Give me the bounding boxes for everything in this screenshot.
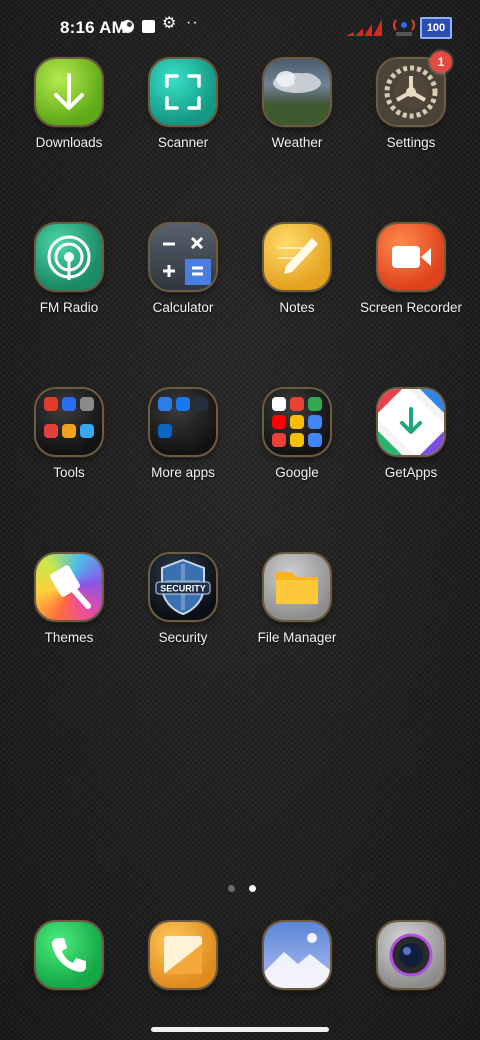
- dock-gallery[interactable]: [123, 922, 243, 988]
- app-folder-google[interactable]: Google: [237, 389, 357, 480]
- gear-icon: ⚙: [162, 15, 177, 32]
- dock-camera[interactable]: [351, 922, 471, 988]
- app-label: Google: [275, 465, 319, 480]
- notification-square-icon: [142, 20, 155, 33]
- page-dot[interactable]: [228, 885, 235, 892]
- folder-icon: [264, 389, 330, 455]
- app-label: Calculator: [152, 300, 214, 315]
- getapps-icon: [378, 389, 444, 455]
- download-arrow-icon: [36, 59, 102, 125]
- dock-phone[interactable]: [9, 922, 129, 988]
- scan-frame-icon: [150, 59, 216, 125]
- phone-icon: [36, 922, 102, 988]
- video-camera-icon: [378, 224, 444, 290]
- page-dot-active[interactable]: [249, 885, 257, 892]
- app-label: More apps: [151, 465, 215, 480]
- app-settings[interactable]: Settings: [351, 59, 471, 150]
- dock-photos[interactable]: [237, 922, 357, 988]
- battery-icon: 100: [420, 17, 452, 39]
- paintbrush-icon: [36, 554, 102, 620]
- shield-icon: SECURITY: [150, 554, 216, 620]
- gallery-icon: [150, 922, 216, 988]
- app-scanner[interactable]: Scanner: [123, 59, 243, 150]
- status-bar: 8:16 AM ⚙ ·· 100: [0, 0, 480, 52]
- app-themes[interactable]: Themes: [9, 554, 129, 645]
- app-weather[interactable]: Weather: [237, 59, 357, 150]
- folder-icon: [150, 389, 216, 455]
- notification-badge: 1: [430, 51, 452, 73]
- app-security[interactable]: SECURITY Security: [123, 554, 243, 645]
- app-fm-radio[interactable]: FM Radio: [9, 224, 129, 315]
- app-label: GetApps: [384, 465, 438, 480]
- app-label: FM Radio: [39, 300, 99, 315]
- app-label: File Manager: [257, 630, 337, 645]
- app-label: Downloads: [35, 135, 103, 150]
- security-text: SECURITY: [160, 584, 206, 594]
- app-label: Weather: [271, 135, 323, 150]
- folder-icon: [36, 389, 102, 455]
- app-downloads[interactable]: Downloads: [9, 59, 129, 150]
- app-screen-recorder[interactable]: Screen Recorder: [351, 224, 471, 315]
- app-calculator[interactable]: Calculator: [123, 224, 243, 315]
- camera-lens-icon: [378, 922, 444, 988]
- app-label: Tools: [53, 465, 85, 480]
- page-indicator: [228, 879, 266, 897]
- app-label: Notes: [279, 300, 315, 315]
- mountain-photo-icon: [264, 922, 330, 988]
- pencil-icon: [264, 224, 330, 290]
- app-label: Scanner: [157, 135, 209, 150]
- app-label: Themes: [44, 630, 94, 645]
- app-label: Screen Recorder: [359, 300, 463, 315]
- data-saver-icon: [121, 20, 134, 33]
- cloud-icon: [264, 59, 330, 125]
- hotspot-icon: [390, 14, 418, 43]
- more-dots-icon: ··: [186, 14, 199, 31]
- radio-icon: [36, 224, 102, 290]
- status-time: 8:16 AM: [60, 18, 126, 37]
- app-file-manager[interactable]: File Manager: [237, 554, 357, 645]
- app-notes[interactable]: Notes: [237, 224, 357, 315]
- app-label: Security: [158, 630, 208, 645]
- home-indicator[interactable]: [151, 1027, 329, 1032]
- app-label: Settings: [386, 135, 436, 150]
- app-getapps[interactable]: GetApps: [351, 389, 471, 480]
- app-folder-more-apps[interactable]: More apps: [123, 389, 243, 480]
- app-folder-tools[interactable]: Tools: [9, 389, 129, 480]
- folder-icon: [264, 554, 330, 620]
- calculator-icon: [150, 224, 216, 290]
- signal-bars-icon: [344, 16, 386, 43]
